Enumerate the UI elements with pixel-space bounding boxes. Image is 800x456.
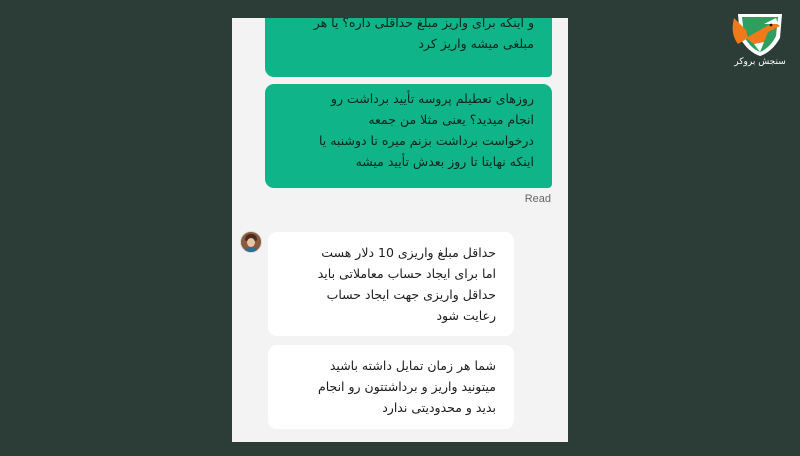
agent-avatar [240,231,262,253]
avatar-face [247,238,255,247]
outgoing-message: و اینکه برای واریز مبلغ حداقلی داره؟ یا … [265,18,552,77]
avatar-shirt [243,247,259,252]
outgoing-message: روزهای تعطیلم پروسه تأیید برداشت رو انجا… [265,84,552,188]
chat-panel: و اینکه برای واریز مبلغ حداقلی داره؟ یا … [232,18,568,442]
incoming-message: حداقل مبلغ واریزی 10 دلار هست اما برای ا… [268,232,514,336]
logo-caption: سنجش بروکر [734,57,786,67]
incoming-message: شما هر زمان تمایل داشته باشید میتونید وا… [268,345,514,429]
read-receipt: Read [524,193,551,205]
